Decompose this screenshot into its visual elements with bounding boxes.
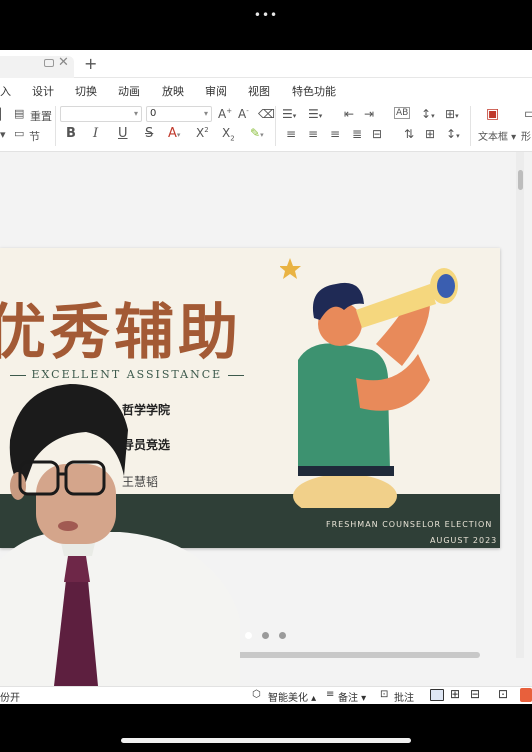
align-left-icon[interactable]: ≡ [286, 127, 296, 141]
status-left-text: 份开 [0, 693, 20, 704]
font-size-select[interactable]: 0 ▾ [146, 106, 212, 122]
menu-transition[interactable]: 切换 [75, 83, 97, 99]
italic-icon[interactable]: I [93, 126, 98, 141]
beautify-label: 智能美化 [268, 693, 308, 704]
grid-view-icon[interactable]: ⊞ [450, 687, 460, 701]
moon-icon [377, 252, 400, 279]
tab-bar: ✕ + [0, 50, 532, 78]
page-dot[interactable] [245, 632, 252, 639]
chevron-down-icon: ▾ [203, 109, 208, 118]
subscript-icon[interactable]: X2 [222, 126, 235, 142]
divider [275, 106, 276, 146]
slides-icon [44, 59, 54, 67]
redo-button[interactable]: 重置 [30, 108, 52, 124]
indent-icon[interactable]: ⇥ [364, 107, 374, 121]
menu-design[interactable]: 设计 [32, 83, 54, 99]
belt-shape [298, 466, 394, 476]
comment-button[interactable]: 批注 [394, 689, 414, 704]
screen: ••• ✕ + 入 设计 切换 动画 放映 审阅 视图 特色功能 ▏ ▤ 重置 … [0, 0, 532, 752]
outdent-icon[interactable]: ⇤ [344, 107, 354, 121]
vertical-align-icon[interactable]: ⇅ [404, 127, 414, 141]
webcam-presenter-video [0, 384, 240, 686]
telescope-lens [437, 274, 455, 298]
ribbon-toolbar: ▏ ▤ 重置 ▾ ▭ 节 ▾ 0 ▾ A+ A- ⌫ B I U S A▾ X2 … [0, 102, 532, 152]
vertical-scrollbar[interactable] [516, 152, 524, 658]
highlight-icon[interactable]: ✎▾ [250, 126, 264, 140]
layout-caret-icon[interactable]: ▾ [0, 128, 6, 141]
slideshow-icon[interactable]: ⊡ [498, 687, 508, 701]
bullet-list-icon[interactable]: ☰▾ [282, 107, 296, 121]
footer-election: FRESHMAN COUNSELOR ELECTION [326, 520, 493, 529]
page-dot[interactable] [262, 632, 269, 639]
align-center-icon[interactable]: ≡ [308, 127, 318, 141]
shape-icon[interactable]: ▭ [524, 106, 532, 122]
comment-icon[interactable]: ⊡ [380, 689, 388, 700]
decrease-font-icon[interactable]: A- [238, 107, 249, 121]
textbox-label: 文本框 [478, 132, 508, 143]
strikethrough-icon[interactable]: S [145, 126, 153, 141]
textbox-icon[interactable]: ▣ [486, 106, 499, 122]
font-color-icon[interactable]: A▾ [168, 126, 180, 141]
shirt-shape [0, 531, 240, 686]
menu-special-features[interactable]: 特色功能 [292, 83, 336, 99]
vertical-scroll-thumb[interactable] [518, 170, 523, 190]
numbered-list-icon[interactable]: ☰▾ [308, 107, 322, 121]
ribbon-menu: 入 设计 切换 动画 放映 审阅 视图 特色功能 [0, 78, 532, 102]
status-bar: 份开 ⬡ 智能美化 ▴ ≡ 备注 ▾ ⊡ 批注 ⊞ ⊟ ⊡ [0, 686, 532, 704]
page-dot[interactable] [279, 632, 286, 639]
align-right-icon[interactable]: ≡ [330, 127, 340, 141]
paragraph-spacing-icon[interactable]: ↕▾ [446, 127, 460, 141]
distribute-icon[interactable]: ⊟ [372, 127, 382, 141]
columns-icon[interactable]: ⊞ [425, 127, 435, 141]
plus-icon[interactable]: + [84, 54, 97, 73]
notes-icon[interactable]: ≡ [326, 689, 334, 700]
normal-view-icon[interactable] [430, 689, 444, 701]
notes-button[interactable]: 备注 ▾ [338, 689, 366, 704]
star-icon [280, 258, 301, 279]
redo-icon[interactable]: ▤ [14, 107, 24, 120]
footer-date: AUGUST 2023 [430, 536, 498, 545]
mouth-shape [58, 521, 78, 531]
menu-view[interactable]: 视图 [248, 83, 270, 99]
textbox-button[interactable]: 文本框 ▾ [478, 128, 516, 143]
multitask-dots[interactable]: ••• [0, 8, 532, 22]
telescope-illustration [280, 252, 458, 508]
close-icon[interactable]: ✕ [58, 55, 69, 70]
section-button[interactable]: 节 [29, 128, 40, 144]
slide-title: 优秀辅助 [0, 298, 242, 368]
text-direction-icon[interactable]: AB [394, 107, 411, 119]
font-size-value: 0 [150, 108, 157, 119]
notes-label: 备注 [338, 693, 358, 704]
menu-slideshow[interactable]: 放映 [162, 83, 184, 99]
menu-review[interactable]: 审阅 [205, 83, 227, 99]
beautify-button[interactable]: 智能美化 ▴ [268, 689, 316, 704]
ground-shape [293, 474, 397, 508]
increase-font-icon[interactable]: A+ [218, 107, 232, 121]
font-family-select[interactable]: ▾ [60, 106, 142, 122]
clear-format-icon[interactable]: ⌫ [258, 107, 275, 121]
home-indicator[interactable] [121, 738, 411, 743]
line-spacing-icon[interactable]: ↕▾ [421, 107, 435, 121]
section-icon[interactable]: ▭ [14, 127, 24, 140]
menu-insert[interactable]: 入 [0, 83, 11, 99]
tie-knot [64, 556, 90, 582]
divider [55, 106, 56, 146]
ear-shape [10, 472, 26, 500]
new-slide-icon[interactable]: ▏ [0, 108, 8, 121]
underline-icon[interactable]: U [118, 126, 128, 141]
beautify-icon[interactable]: ⬡ [252, 689, 261, 700]
bold-icon[interactable]: B [66, 126, 76, 141]
divider [470, 106, 471, 146]
document-tab[interactable]: ✕ [0, 55, 74, 78]
justify-icon[interactable]: ≣ [352, 127, 362, 141]
superscript-icon[interactable]: X2 [196, 126, 209, 140]
menu-animation[interactable]: 动画 [118, 83, 140, 99]
shape-button[interactable]: 形 [521, 128, 531, 143]
chevron-down-icon: ▾ [133, 109, 138, 118]
play-button[interactable] [520, 688, 532, 702]
horizontal-scrollbar[interactable] [230, 652, 480, 658]
align-options-icon[interactable]: ⊞▾ [445, 107, 459, 121]
reading-view-icon[interactable]: ⊟ [470, 687, 480, 701]
